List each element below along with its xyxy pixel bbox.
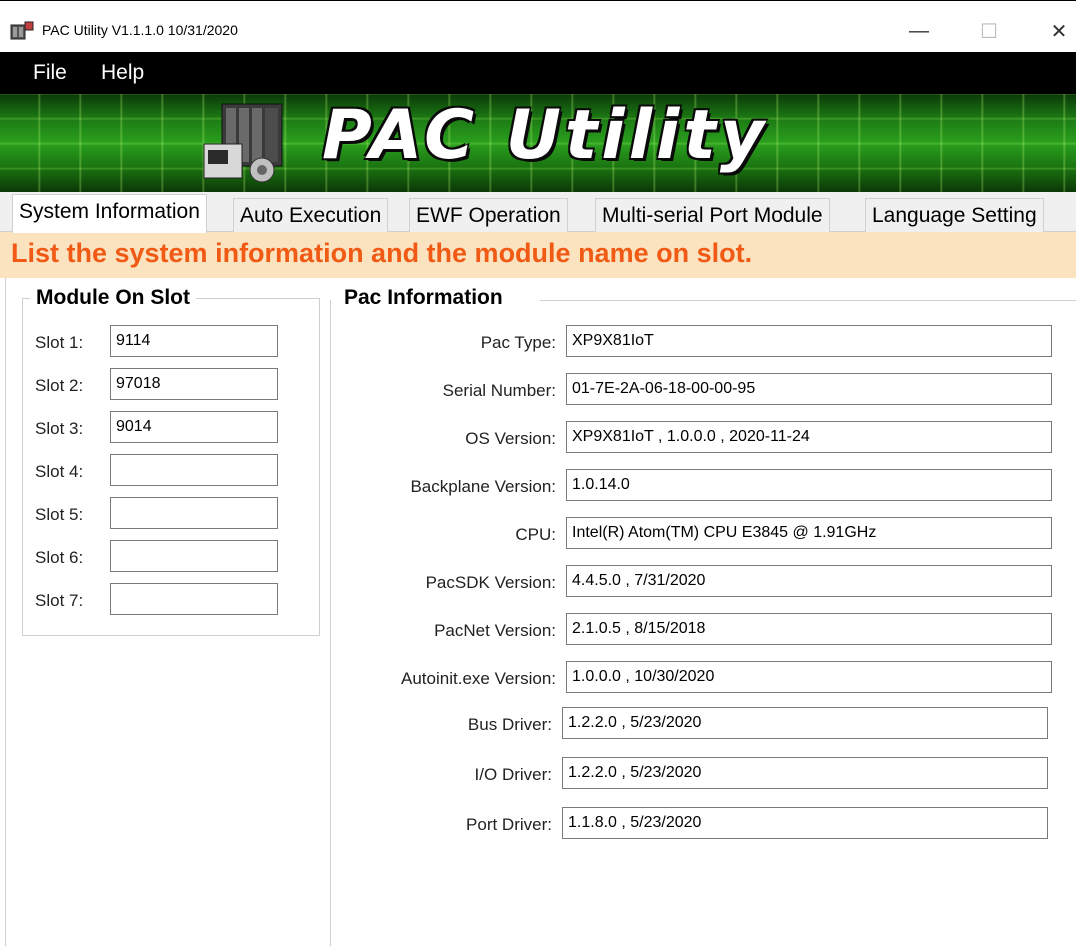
slot-3-field[interactable]: 9014: [110, 411, 278, 443]
autoinit-version-field[interactable]: 1.0.0.0 , 10/30/2020: [566, 661, 1052, 693]
backplane-version-field[interactable]: 1.0.14.0: [566, 469, 1052, 501]
slot-6-label: Slot 6:: [35, 548, 84, 567]
pac-information-title: Pac Information: [338, 286, 509, 310]
panel-left-border: [5, 278, 6, 946]
menu-bar: File Help: [0, 52, 1076, 94]
app-icon: [10, 21, 34, 40]
pac-type-label: Pac Type:: [480, 333, 556, 352]
close-button[interactable]: ✕: [1036, 15, 1076, 47]
slot-5-field[interactable]: [110, 497, 278, 529]
pacsdk-version-field[interactable]: 4.4.5.0 , 7/31/2020: [566, 565, 1052, 597]
info-banner-text: List the system information and the modu…: [11, 238, 753, 268]
serial-number-field[interactable]: 01-7E-2A-06-18-00-00-95: [566, 373, 1052, 405]
pac-information-group-border: [540, 300, 1076, 301]
slot-1-field[interactable]: 9114: [110, 325, 278, 357]
pac-device-icon: [203, 103, 283, 183]
slot-7-field[interactable]: [110, 583, 278, 615]
slot-6-field[interactable]: [110, 540, 278, 572]
cpu-field[interactable]: Intel(R) Atom(TM) CPU E3845 @ 1.91GHz: [566, 517, 1052, 549]
autoinit-version-label: Autoinit.exe Version:: [401, 669, 556, 688]
os-version-label: OS Version:: [465, 429, 556, 448]
serial-number-label: Serial Number:: [442, 381, 556, 400]
slot-2-label: Slot 2:: [35, 376, 84, 395]
tab-system-information[interactable]: System Information: [12, 194, 207, 233]
tab-ewf-operation[interactable]: EWF Operation: [409, 198, 568, 232]
slot-2-field[interactable]: 97018: [110, 368, 278, 400]
port-driver-label: Port Driver:: [466, 815, 552, 834]
slot-4-label: Slot 4:: [35, 462, 84, 481]
title-bar: PAC Utility V1.1.1.0 10/31/2020 — ☐ ✕: [0, 0, 1076, 52]
slot-7-label: Slot 7:: [35, 591, 84, 610]
pacnet-version-label: PacNet Version:: [434, 621, 556, 640]
bus-driver-field[interactable]: 1.2.2.0 , 5/23/2020: [562, 707, 1048, 739]
pac-type-field[interactable]: XP9X81IoT: [566, 325, 1052, 357]
window-title: PAC Utility V1.1.1.0 10/31/2020: [42, 22, 238, 38]
slot-5-label: Slot 5:: [35, 505, 84, 524]
bus-driver-label: Bus Driver:: [467, 715, 552, 734]
menu-help[interactable]: Help: [101, 61, 144, 85]
menu-file[interactable]: File: [33, 61, 67, 85]
minimize-button[interactable]: —: [896, 15, 942, 47]
pacsdk-version-label: PacSDK Version:: [425, 573, 556, 592]
maximize-button[interactable]: ☐: [966, 15, 1012, 47]
banner: PAC Utility: [0, 94, 1076, 192]
slot-1-label: Slot 1:: [35, 333, 84, 352]
backplane-version-label: Backplane Version:: [410, 477, 556, 496]
module-on-slot-title: Module On Slot: [30, 286, 196, 310]
slot-4-field[interactable]: [110, 454, 278, 486]
info-banner: List the system information and the modu…: [0, 232, 1076, 278]
tab-multi-serial-port-module[interactable]: Multi-serial Port Module: [595, 198, 830, 232]
tab-language-setting[interactable]: Language Setting: [865, 198, 1044, 232]
slot-3-label: Slot 3:: [35, 419, 84, 438]
tab-bar: System Information Auto Execution EWF Op…: [0, 192, 1076, 233]
io-driver-field[interactable]: 1.2.2.0 , 5/23/2020: [562, 757, 1048, 789]
cpu-label: CPU:: [515, 525, 556, 544]
io-driver-label: I/O Driver:: [474, 765, 552, 784]
tab-auto-execution[interactable]: Auto Execution: [233, 198, 389, 232]
os-version-field[interactable]: XP9X81IoT , 1.0.0.0 , 2020-11-24: [566, 421, 1052, 453]
port-driver-field[interactable]: 1.1.8.0 , 5/23/2020: [562, 807, 1048, 839]
banner-title: PAC Utility: [322, 96, 769, 175]
pacnet-version-field[interactable]: 2.1.0.5 , 8/15/2018: [566, 613, 1052, 645]
